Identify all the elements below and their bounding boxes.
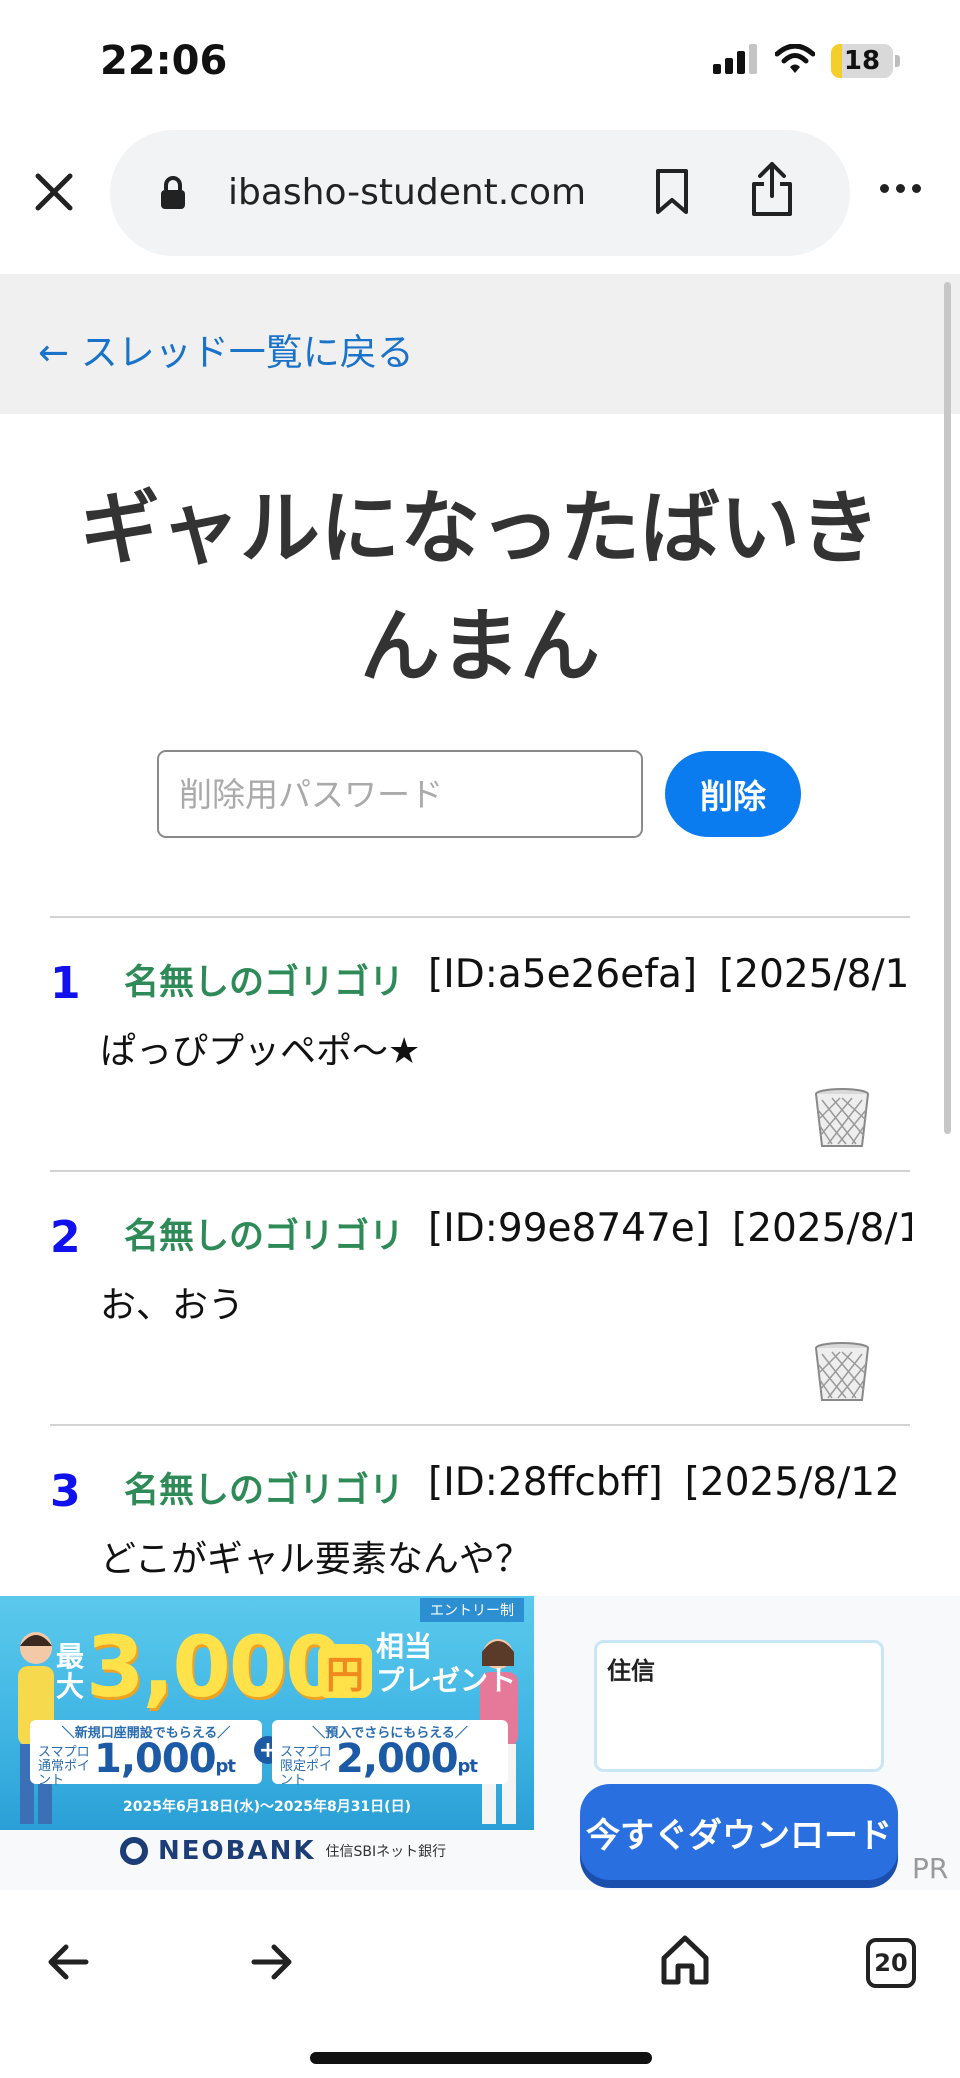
- post-id: [ID:99e8747e]: [428, 1206, 710, 1251]
- neobank-logo-icon: [120, 1837, 148, 1865]
- neobank-ad-image[interactable]: エントリー制 最大 3,000 円 相当 プレゼント ＼新規口座開設でもらえる／ …: [0, 1596, 534, 1830]
- post-date: [2025/8/12: [684, 1460, 900, 1505]
- forward-arrow-icon[interactable]: [250, 1942, 294, 1986]
- url-text: ibasho-student.com: [228, 172, 587, 213]
- status-time: 22:06: [100, 38, 228, 84]
- trash-icon[interactable]: [810, 1086, 874, 1154]
- back-arrow-icon[interactable]: [46, 1942, 90, 1986]
- more-icon[interactable]: [880, 184, 921, 193]
- scrollbar[interactable]: [944, 282, 951, 1134]
- post-id: [ID:a5e26efa]: [428, 952, 698, 997]
- ad-text-box: 住信: [594, 1640, 884, 1772]
- browser-toolbar: 20: [0, 1890, 960, 2078]
- lock-icon: [160, 176, 186, 214]
- home-indicator: [310, 2052, 652, 2064]
- share-icon[interactable]: [750, 160, 794, 222]
- post-number[interactable]: 3: [50, 1466, 81, 1517]
- post-author: 名無しのゴリゴリ: [124, 1471, 405, 1511]
- post-meta: [ID:a5e26efa] [2025/8/12: [428, 952, 912, 997]
- post-number[interactable]: 2: [50, 1212, 81, 1263]
- home-icon[interactable]: [660, 1934, 710, 1990]
- post-body: ぱっぴプッペポ〜★: [100, 1031, 421, 1072]
- ad-entry-label: エントリー制: [420, 1598, 524, 1622]
- ad-points-box-1: ＼新規口座開設でもらえる／ スマプロ 通常ポイント 1,000pt: [30, 1720, 262, 1788]
- ad-max-label: 最大: [56, 1640, 85, 1703]
- post-date: [2025/8/12: [731, 1206, 912, 1251]
- post-author: 名無しのゴリゴリ: [124, 963, 405, 1003]
- bookmark-icon[interactable]: [654, 168, 690, 220]
- ad-soutou-present: 相当 プレゼント: [376, 1630, 517, 1697]
- post-3: 3 名無しのゴリゴリ [ID:28ffcbff] [2025/8/12 どこがギャ…: [0, 1426, 912, 1596]
- status-bar: 22:06 18: [0, 0, 960, 120]
- post-meta: [ID:99e8747e] [2025/8/12: [428, 1206, 912, 1251]
- cellular-signal-icon: [713, 44, 759, 78]
- trash-icon[interactable]: [810, 1340, 874, 1408]
- delete-password-input[interactable]: [157, 750, 643, 838]
- post-number[interactable]: 1: [50, 958, 81, 1009]
- post-2: 2 名無しのゴリゴリ [ID:99e8747e] [2025/8/12 お、おう: [0, 1172, 912, 1422]
- battery-icon: 18: [831, 44, 900, 78]
- thread-title: ギャルになったばいきんまん: [80, 482, 880, 693]
- post-author: 名無しのゴリゴリ: [124, 1217, 405, 1257]
- post-body: どこがギャル要素なんや？: [100, 1539, 531, 1580]
- delete-button[interactable]: 削除: [665, 751, 801, 837]
- post-body: お、おう: [100, 1285, 245, 1326]
- close-icon[interactable]: [28, 166, 80, 218]
- browser-bar: ibasho-student.com: [0, 126, 960, 262]
- back-to-thread-list-link[interactable]: ← スレッド一覧に戻る: [38, 322, 414, 376]
- post-id: [ID:28ffcbff]: [428, 1460, 663, 1505]
- ad-pr-label: PR: [912, 1852, 949, 1885]
- post-date: [2025/8/12: [719, 952, 912, 997]
- ad-download-button[interactable]: 今すぐダウンロード: [580, 1784, 898, 1880]
- ad-points-box-2: ＼預入でさらにもらえる／ スマプロ 限定ポイント 2,000pt: [272, 1720, 508, 1788]
- post-meta: [ID:28ffcbff] [2025/8/12: [428, 1460, 900, 1505]
- status-icons: 18: [713, 43, 900, 78]
- ad-amount: 3,000: [86, 1618, 344, 1716]
- neobank-logo: NEOBANK 住信SBIネット銀行: [120, 1836, 446, 1866]
- battery-level: 18: [843, 46, 881, 76]
- address-bar[interactable]: ibasho-student.com: [110, 130, 850, 256]
- back-band: ← スレッド一覧に戻る: [0, 274, 960, 414]
- tab-count-button[interactable]: 20: [866, 1938, 916, 1988]
- wifi-icon: [774, 43, 816, 78]
- post-1: 1 名無しのゴリゴリ [ID:a5e26efa] [2025/8/12 ぱっぴプッ…: [0, 918, 912, 1168]
- ad-yen: 円: [318, 1644, 372, 1698]
- ad-banner-area[interactable]: エントリー制 最大 3,000 円 相当 プレゼント ＼新規口座開設でもらえる／ …: [0, 1596, 960, 1890]
- ad-period: 2025年6月18日(水)〜2025年8月31日(日): [123, 1799, 411, 1815]
